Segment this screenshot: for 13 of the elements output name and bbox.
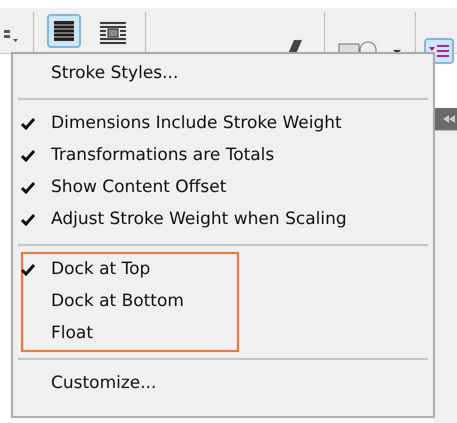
menu-item[interactable]: Dock at Top	[13, 254, 423, 286]
collapse-icon[interactable]	[443, 115, 455, 123]
align-icon[interactable]	[47, 14, 81, 48]
menu-item[interactable]: Adjust Stroke Weight when Scaling	[13, 204, 423, 236]
menu-item[interactable]: Stroke Styles...	[13, 58, 423, 90]
menu-item[interactable]: Dimensions Include Stroke Weight	[13, 108, 423, 140]
wrap-icon[interactable]	[98, 20, 128, 46]
menu-item[interactable]: Show Content Offset	[13, 172, 423, 204]
menu-item[interactable]: Customize...	[13, 368, 423, 400]
dropdown-icon	[4, 30, 18, 42]
menu-item[interactable]: Dock at Bottom	[13, 286, 423, 318]
menu-item[interactable]: Float	[13, 318, 423, 350]
menu-item[interactable]: Transformations are Totals	[13, 140, 423, 172]
